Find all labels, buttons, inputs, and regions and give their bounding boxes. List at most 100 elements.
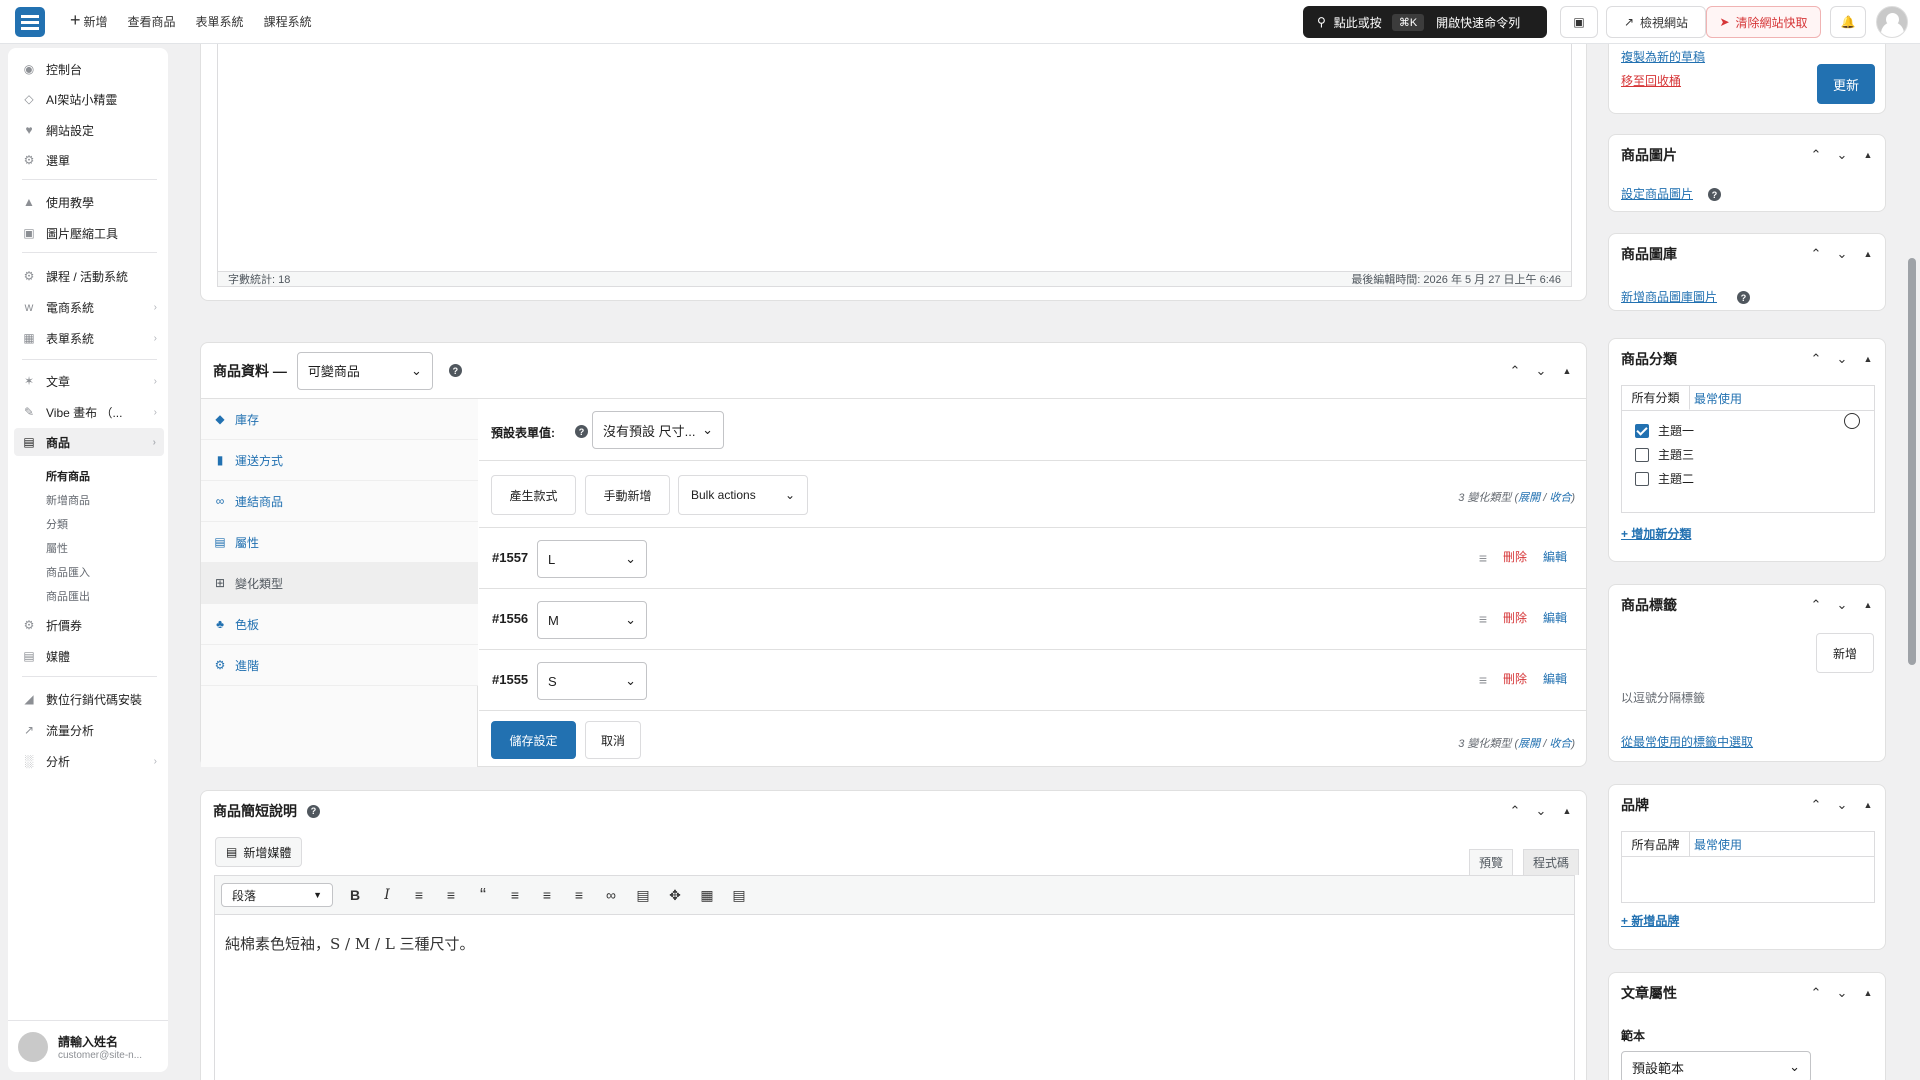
sidebar-item-dashboard[interactable]: ◉ 控制台: [22, 58, 157, 80]
sidebar-sub-import[interactable]: 商品匯入: [46, 564, 90, 580]
checkbox[interactable]: [1635, 471, 1649, 486]
add-category-link[interactable]: + 增加新分類: [1621, 525, 1691, 542]
tab-popular-categories[interactable]: 最常使用: [1694, 390, 1742, 407]
drag-handle-icon[interactable]: ≡: [1479, 611, 1487, 627]
help-icon[interactable]: ?: [448, 364, 462, 377]
manual-add-button[interactable]: 手動新增: [585, 475, 670, 515]
page-scrollbar[interactable]: [1908, 258, 1916, 665]
align-left-icon[interactable]: ≡: [499, 887, 531, 903]
numbered-list-icon[interactable]: ≡: [435, 887, 467, 903]
add-tag-button[interactable]: 新增: [1816, 633, 1874, 673]
move-down-icon[interactable]: ⌄: [1833, 351, 1851, 367]
short-description-editor[interactable]: 純棉素色短袖，S / M / L 三種尺寸。: [214, 915, 1575, 1080]
expand-link[interactable]: 展開: [1518, 492, 1540, 504]
sidebar-item-courses[interactable]: ⚙ 課程 / 活動系統: [22, 265, 157, 287]
sidebar-sub-attributes[interactable]: 屬性: [46, 540, 68, 556]
toggle-icon[interactable]: ▲: [1859, 600, 1877, 610]
variation-row[interactable]: #1555 S ⌄ ≡ 刪除 編輯: [479, 649, 1587, 710]
bold-icon[interactable]: B: [339, 887, 371, 903]
align-center-icon[interactable]: ≡: [531, 887, 563, 903]
top-link-view-products[interactable]: 查看商品: [128, 13, 176, 30]
sidebar-item-ai-wizard[interactable]: ◇ AI架站小精靈: [22, 88, 157, 110]
update-button[interactable]: 更新: [1817, 64, 1875, 104]
delete-link[interactable]: 刪除: [1503, 548, 1527, 565]
add-media-button[interactable]: ▤ 新增媒體: [215, 837, 303, 867]
help-icon[interactable]: ?: [575, 425, 588, 438]
sidebar-item-vibe-canvas[interactable]: ✎ Vibe 畫布 （... ›: [22, 401, 157, 423]
sidebar-sub-add-product[interactable]: 新增商品: [46, 492, 90, 508]
tab-popular-brands[interactable]: 最常使用: [1694, 836, 1742, 853]
quote-icon[interactable]: “: [467, 885, 499, 906]
edit-link[interactable]: 編輯: [1543, 670, 1567, 687]
toolbar-toggle-icon[interactable]: ▤: [723, 887, 755, 904]
collapse-link[interactable]: 收合: [1549, 738, 1571, 750]
toggle-icon[interactable]: ▲: [1859, 800, 1877, 810]
trash-link[interactable]: 移至回收桶: [1621, 72, 1681, 89]
tab-variations[interactable]: ⊞ 變化類型: [201, 563, 478, 604]
toggle-icon[interactable]: ▲: [1558, 366, 1576, 376]
site-logo[interactable]: [15, 6, 45, 37]
link-icon[interactable]: ∞: [595, 887, 627, 903]
choose-popular-tags-link[interactable]: 從最常使用的標籤中選取: [1621, 733, 1753, 750]
primary-category-radio[interactable]: [1844, 413, 1860, 429]
tag-input[interactable]: [1621, 633, 1811, 669]
checkbox[interactable]: [1635, 447, 1649, 462]
bulk-actions-select[interactable]: Bulk actions ⌄: [678, 475, 808, 515]
product-type-select[interactable]: 可變商品 ⌄: [296, 351, 433, 390]
checkbox-checked[interactable]: [1635, 423, 1649, 438]
sidebar-item-marketing-code[interactable]: ◢ 數位行銷代碼安裝: [22, 688, 157, 710]
move-up-icon[interactable]: ⌃: [1807, 147, 1825, 163]
sidebar-sub-all-products[interactable]: 所有商品: [46, 468, 90, 484]
user-avatar[interactable]: [1876, 6, 1908, 38]
screen-options-button[interactable]: ▣: [1560, 6, 1598, 38]
variation-size-select[interactable]: L ⌄: [537, 540, 647, 578]
sidebar-item-ecommerce[interactable]: w 電商系統 ›: [22, 296, 157, 318]
tab-code[interactable]: 程式碼: [1523, 849, 1580, 875]
toggle-icon[interactable]: ▲: [1859, 354, 1877, 364]
new-button[interactable]: + 新增: [70, 11, 108, 30]
keyboard-icon[interactable]: ▦: [691, 887, 723, 904]
notifications-button[interactable]: 🔔: [1830, 6, 1866, 38]
read-more-icon[interactable]: ▤: [627, 887, 659, 904]
add-brand-link[interactable]: + 新增品牌: [1621, 912, 1679, 929]
add-gallery-image-link[interactable]: 新增商品圖庫圖片: [1621, 288, 1717, 305]
move-up-icon[interactable]: ⌃: [1807, 597, 1825, 613]
sidebar-item-products[interactable]: ▤ 商品 ›: [14, 428, 164, 456]
variation-size-select[interactable]: S ⌄: [537, 662, 647, 700]
tab-swatches[interactable]: ♣ 色板: [201, 604, 478, 645]
view-site-button[interactable]: ↗ 檢視網站: [1606, 6, 1706, 38]
sidebar-item-menus[interactable]: ⚙ 選單: [22, 149, 157, 171]
sidebar-item-image-compress[interactable]: ▣ 圖片壓縮工具: [22, 222, 157, 244]
sidebar-item-media[interactable]: ▤ 媒體: [22, 645, 157, 667]
drag-handle-icon[interactable]: ≡: [1479, 550, 1487, 566]
move-up-icon[interactable]: ⌃: [1807, 351, 1825, 367]
move-down-icon[interactable]: ⌄: [1532, 803, 1550, 819]
set-product-image-link[interactable]: 設定商品圖片: [1621, 185, 1693, 202]
move-down-icon[interactable]: ⌄: [1532, 363, 1550, 379]
generate-variations-button[interactable]: 產生款式: [491, 475, 576, 515]
default-form-select[interactable]: 沒有預設 尺寸... ⌄: [592, 411, 724, 449]
toggle-icon[interactable]: ▲: [1558, 806, 1576, 816]
edit-link[interactable]: 編輯: [1543, 548, 1567, 565]
sidebar-item-tutorials[interactable]: ▲ 使用教學: [22, 191, 157, 213]
sidebar-item-analytics[interactable]: ░ 分析 ›: [22, 750, 157, 772]
variation-row[interactable]: #1557 L ⌄ ≡ 刪除 編輯: [479, 527, 1587, 588]
sidebar-item-forms[interactable]: ▦ 表單系統 ›: [22, 327, 157, 349]
variation-row[interactable]: #1556 M ⌄ ≡ 刪除 編輯: [479, 588, 1587, 649]
collapse-link[interactable]: 收合: [1549, 492, 1571, 504]
move-down-icon[interactable]: ⌄: [1833, 797, 1851, 813]
sidebar-item-site-settings[interactable]: ♥ 網站設定: [22, 119, 157, 141]
help-icon[interactable]: ?: [1737, 291, 1750, 304]
toggle-icon[interactable]: ▲: [1859, 150, 1877, 160]
expand-link[interactable]: 展開: [1518, 738, 1540, 750]
move-up-icon[interactable]: ⌃: [1807, 985, 1825, 1001]
category-item[interactable]: 主題三: [1635, 446, 1694, 463]
align-right-icon[interactable]: ≡: [563, 887, 595, 903]
move-down-icon[interactable]: ⌄: [1833, 147, 1851, 163]
save-button[interactable]: 儲存設定: [491, 721, 576, 759]
toggle-icon[interactable]: ▲: [1859, 988, 1877, 998]
sidebar-item-posts[interactable]: ✶ 文章 ›: [22, 370, 157, 392]
move-down-icon[interactable]: ⌄: [1833, 246, 1851, 262]
sidebar-item-coupons[interactable]: ⚙ 折價券: [22, 614, 157, 636]
command-palette-button[interactable]: ⚲ 點此或按 ⌘K 開啟快速命令列: [1303, 6, 1547, 38]
